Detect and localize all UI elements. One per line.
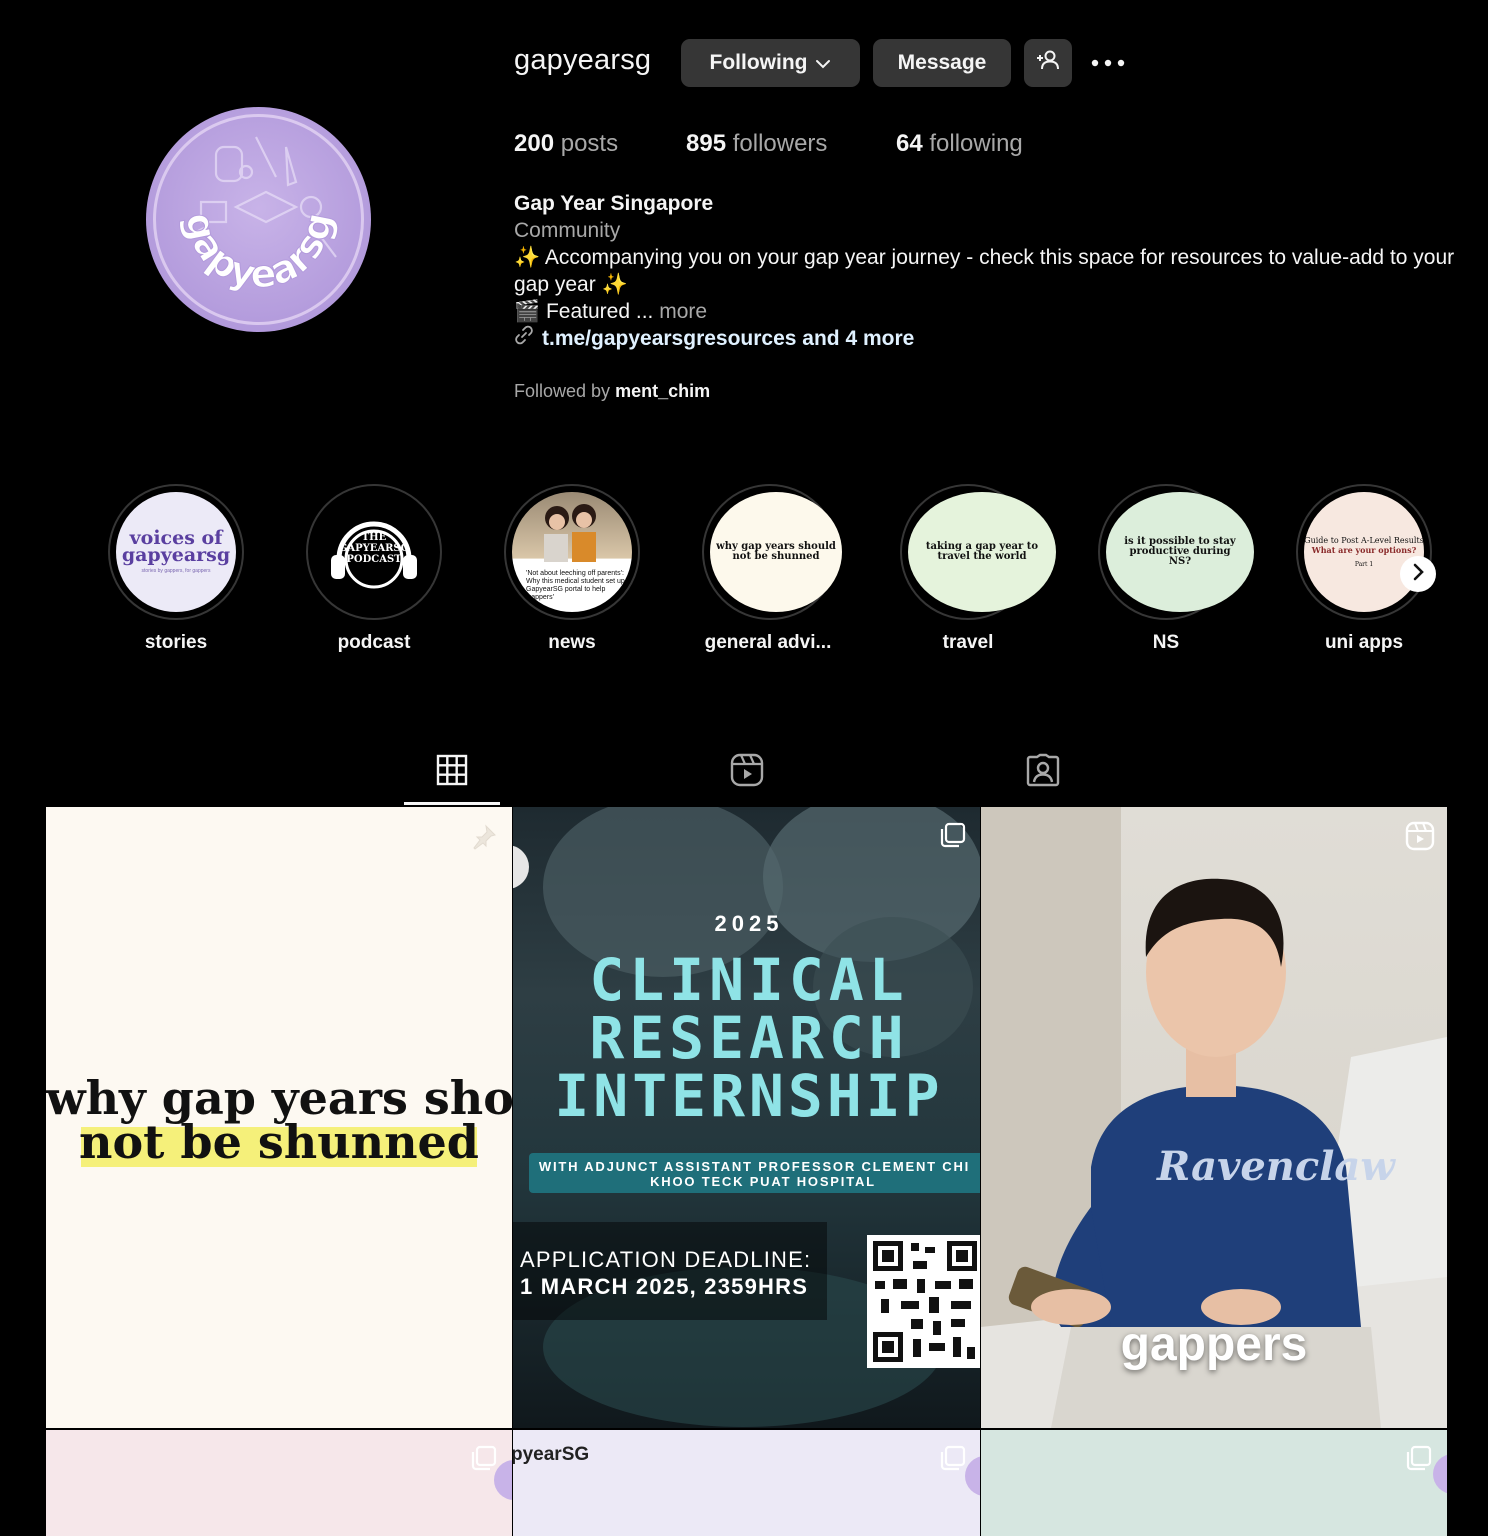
post-tile[interactable]: [981, 1430, 1447, 1536]
link-icon: [514, 325, 534, 352]
add-person-icon: [1035, 49, 1061, 77]
news-photo: [544, 504, 596, 562]
highlight-label: NS: [1152, 632, 1180, 653]
post-tile[interactable]: [46, 1430, 512, 1536]
post-title-2: RESEARCH: [589, 1004, 909, 1072]
highlight-travel[interactable]: taking a gap year to travel the world: [900, 484, 1056, 620]
message-button-label: Message: [897, 51, 987, 74]
more-icon: [1091, 54, 1125, 72]
bio-featured: 🎬 Featured ... more: [514, 300, 708, 323]
followed-by[interactable]: Followed by ment_chim: [514, 381, 710, 402]
highlight-uni-apps[interactable]: Guide to Post A-Level Results What are y…: [1296, 484, 1432, 620]
highlights-next-button[interactable]: [1400, 556, 1436, 592]
highlight-label: podcast: [337, 632, 411, 653]
highlight-cover-text: Guide to Post A-Level Results: [1304, 535, 1424, 545]
chevron-down-icon: [815, 51, 831, 75]
post-title-line2: not be shunned: [79, 1115, 479, 1169]
shirt-text: Ravenclaw: [1157, 1143, 1395, 1190]
profile-avatar[interactable]: gapyearsg: [146, 107, 371, 332]
highlight-label: stories: [144, 632, 208, 653]
highlight-cover-text: why gap years should not be shunned: [710, 492, 842, 612]
highlight-cover-text: taking a gap year to travel the world: [908, 492, 1056, 612]
highlight-cover-subtext: What are your options?: [1311, 544, 1417, 555]
post-tile[interactable]: pyearSG: [513, 1430, 980, 1536]
avatar-wordmark: gapyearsg: [177, 209, 341, 297]
message-button[interactable]: Message: [873, 39, 1011, 87]
bio-text: ✨ Accompanying you on your gap year jour…: [514, 246, 1455, 296]
suggest-people-button[interactable]: [1024, 39, 1072, 87]
bio-link[interactable]: t.me/gapyearsgresources and 4 more: [514, 325, 1464, 352]
qr-code-image: [867, 1235, 980, 1368]
highlight-cover-text: is it possible to stay productive during…: [1106, 492, 1254, 612]
post-tile[interactable]: Ravenclaw gappers: [981, 807, 1447, 1428]
highlight-cover-part: Part 1: [1354, 560, 1374, 568]
tab-posts[interactable]: [432, 752, 472, 792]
bio-more-link[interactable]: more: [659, 300, 707, 323]
carousel-icon: [470, 1444, 498, 1477]
highlight-cover-text: voices of gapyearsg: [121, 527, 231, 566]
carousel-icon: [1405, 1444, 1433, 1477]
post-subtitle-with: WITH ADJUNCT ASSISTANT PROFESSOR CLEMENT…: [538, 1159, 971, 1174]
grid-icon: [436, 754, 468, 791]
logo-badge: [1433, 1454, 1447, 1494]
highlight-news[interactable]: 'Not about leeching off parents': Why th…: [504, 484, 640, 620]
logo-badge: [965, 1456, 980, 1496]
post-tile[interactable]: 2025 CLINICAL RESEARCH INTERNSHIP WITH A…: [513, 807, 980, 1428]
highlight-label: travel: [942, 632, 994, 653]
highlight-cover-subtext: stories by gappers, for gappers: [141, 568, 211, 574]
following-count[interactable]: 64 following: [896, 130, 1023, 158]
following-button-label: Following: [709, 51, 808, 74]
active-tab-indicator: [404, 802, 500, 805]
followers-count[interactable]: 895 followers: [686, 130, 827, 158]
post-title-3: INTERNSHIP: [554, 1062, 944, 1130]
highlight-stories[interactable]: voices of gapyearsg stories by gappers, …: [108, 484, 244, 620]
reels-icon: [730, 753, 764, 792]
post-year: 2025: [714, 911, 784, 936]
post-deadline-date: 1 MARCH 2025, 2359HRS: [520, 1274, 809, 1299]
post-title-1: CLINICAL: [589, 946, 909, 1014]
highlight-label: general advi...: [704, 632, 832, 653]
following-button[interactable]: Following: [681, 39, 860, 87]
highlight-general-advice[interactable]: why gap years should not be shunned: [702, 484, 842, 620]
highlight-label: news: [548, 632, 596, 653]
chevron-right-icon: [1411, 563, 1425, 586]
posts-count: 200 posts: [514, 130, 619, 157]
post-subtitle-hospital: KHOO TECK PUAT HOSPITAL: [650, 1174, 876, 1189]
bio-link-text: t.me/gapyearsgresources and 4 more: [542, 327, 915, 350]
pin-icon: [470, 823, 498, 856]
tab-tagged[interactable]: [1023, 752, 1063, 792]
profile-username: gapyearsg: [514, 44, 652, 76]
carousel-icon: [939, 821, 967, 854]
tab-reels[interactable]: [727, 752, 767, 792]
post-deadline-label: APPLICATION DEADLINE:: [520, 1247, 812, 1272]
post-label: pyearSG: [513, 1444, 590, 1465]
profile-full-name: Gap Year Singapore: [514, 192, 714, 215]
carousel-icon: [939, 1444, 967, 1477]
post-caption-overlay: gappers: [1120, 1318, 1308, 1371]
profile-category: Community: [514, 219, 621, 242]
highlight-label: uni apps: [1324, 632, 1404, 653]
highlight-cover-text: 'Not about leeching off parents': Why th…: [526, 570, 625, 601]
highlight-podcast[interactable]: THE GAPYEARSG PODCAST: [306, 484, 442, 620]
reel-icon: [1405, 821, 1435, 856]
more-options-button[interactable]: [1088, 50, 1128, 76]
highlight-cover-text: THE GAPYEARSG PODCAST: [338, 532, 410, 565]
tagged-icon: [1026, 753, 1060, 792]
post-tile[interactable]: why gap years should not be shunned: [46, 807, 512, 1428]
highlight-ns[interactable]: is it possible to stay productive during…: [1098, 484, 1254, 620]
